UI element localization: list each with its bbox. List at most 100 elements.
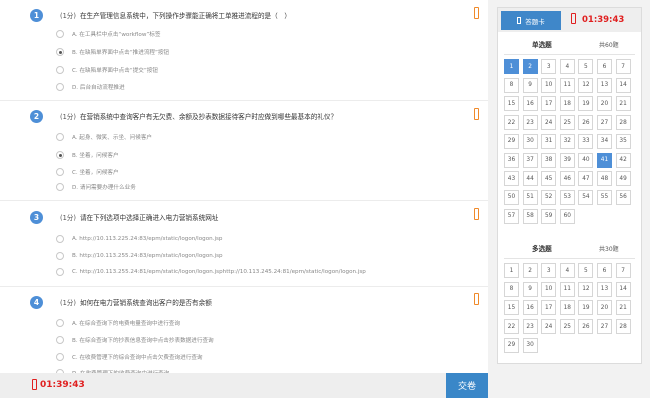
option-a[interactable]: A. http://10.113.225.24:83/epm/static/lo… xyxy=(56,234,222,244)
multi-question-cell-25[interactable]: 25 xyxy=(559,319,575,335)
single-question-cell-39[interactable]: 39 xyxy=(559,152,575,168)
single-question-cell-58[interactable]: 58 xyxy=(522,208,538,224)
radio-checked-icon[interactable] xyxy=(56,151,64,159)
single-question-cell-59[interactable]: 59 xyxy=(541,208,557,224)
single-question-cell-5[interactable]: 5 xyxy=(578,59,594,74)
multi-question-cell-19[interactable]: 19 xyxy=(578,300,594,316)
single-question-cell-51[interactable]: 51 xyxy=(522,189,538,205)
single-question-cell-8[interactable]: 8 xyxy=(504,77,519,93)
single-question-cell-43[interactable]: 43 xyxy=(504,171,519,187)
single-question-cell-35[interactable]: 35 xyxy=(615,133,631,149)
multi-question-cell-11[interactable]: 11 xyxy=(559,281,575,297)
multi-question-cell-1[interactable]: 1 xyxy=(504,263,519,278)
single-question-cell-21[interactable]: 21 xyxy=(615,96,631,112)
multi-question-cell-18[interactable]: 18 xyxy=(559,300,575,316)
single-question-cell-56[interactable]: 56 xyxy=(615,189,631,205)
option-d[interactable]: D. 后台自动流程推进 xyxy=(56,82,125,92)
multi-question-cell-17[interactable]: 17 xyxy=(541,300,557,316)
single-question-cell-11[interactable]: 11 xyxy=(559,77,575,93)
radio-icon[interactable] xyxy=(56,183,64,191)
option-c[interactable]: C. 坐着，问候客户 xyxy=(56,167,119,177)
flag-marker-icon[interactable] xyxy=(474,293,479,305)
flag-marker-icon[interactable] xyxy=(474,7,479,19)
multi-question-cell-29[interactable]: 29 xyxy=(504,337,519,353)
single-question-cell-55[interactable]: 55 xyxy=(597,189,612,205)
single-question-cell-53[interactable]: 53 xyxy=(559,189,575,205)
radio-icon[interactable] xyxy=(56,66,64,74)
multi-question-cell-26[interactable]: 26 xyxy=(578,319,594,335)
single-question-cell-41[interactable]: 41 xyxy=(597,152,612,168)
single-question-cell-40[interactable]: 40 xyxy=(578,152,594,168)
option-a[interactable]: A. 在工具栏中点击“workflow”标签 xyxy=(56,29,160,39)
single-question-cell-18[interactable]: 18 xyxy=(559,96,575,112)
multi-question-cell-8[interactable]: 8 xyxy=(504,281,519,297)
single-question-cell-29[interactable]: 29 xyxy=(504,133,519,149)
single-question-cell-25[interactable]: 25 xyxy=(559,115,575,131)
single-question-cell-28[interactable]: 28 xyxy=(615,115,631,131)
multi-question-cell-27[interactable]: 27 xyxy=(597,319,612,335)
single-question-cell-13[interactable]: 13 xyxy=(597,77,612,93)
option-c[interactable]: C. http://10.113.255.24:81/epm/static/lo… xyxy=(56,267,366,277)
radio-icon[interactable] xyxy=(56,268,64,276)
radio-icon[interactable] xyxy=(56,319,64,327)
multi-question-cell-22[interactable]: 22 xyxy=(504,319,519,335)
single-question-cell-4[interactable]: 4 xyxy=(559,59,575,74)
single-question-cell-52[interactable]: 52 xyxy=(541,189,557,205)
single-question-cell-30[interactable]: 30 xyxy=(522,133,538,149)
option-a[interactable]: A. 起身、微笑、示坐、问候客户 xyxy=(56,132,152,142)
single-question-cell-26[interactable]: 26 xyxy=(578,115,594,131)
radio-icon[interactable] xyxy=(56,168,64,176)
multi-question-cell-5[interactable]: 5 xyxy=(578,263,594,278)
flag-marker-icon[interactable] xyxy=(474,108,479,120)
radio-icon[interactable] xyxy=(56,353,64,361)
single-question-cell-12[interactable]: 12 xyxy=(578,77,594,93)
single-question-cell-33[interactable]: 33 xyxy=(578,133,594,149)
single-question-cell-10[interactable]: 10 xyxy=(541,77,557,93)
multi-question-cell-16[interactable]: 16 xyxy=(522,300,538,316)
multi-question-cell-4[interactable]: 4 xyxy=(559,263,575,278)
single-question-cell-47[interactable]: 47 xyxy=(578,171,594,187)
option-b[interactable]: B. 坐着，问候客户 xyxy=(56,150,119,160)
radio-icon[interactable] xyxy=(56,336,64,344)
single-question-cell-38[interactable]: 38 xyxy=(541,152,557,168)
option-a[interactable]: A. 在综合查询下的电费电量查询中进行查询 xyxy=(56,318,180,328)
single-question-cell-27[interactable]: 27 xyxy=(597,115,612,131)
radio-icon[interactable] xyxy=(56,83,64,91)
multi-question-cell-9[interactable]: 9 xyxy=(522,281,538,297)
single-question-cell-50[interactable]: 50 xyxy=(504,189,519,205)
single-question-cell-7[interactable]: 7 xyxy=(615,59,631,74)
single-question-cell-36[interactable]: 36 xyxy=(504,152,519,168)
single-question-cell-44[interactable]: 44 xyxy=(522,171,538,187)
radio-icon[interactable] xyxy=(56,133,64,141)
option-c[interactable]: C. 在缺陷单界面中点击“提交”按钮 xyxy=(56,65,158,75)
single-question-cell-24[interactable]: 24 xyxy=(541,115,557,131)
radio-icon[interactable] xyxy=(56,30,64,38)
flag-marker-icon[interactable] xyxy=(474,208,479,220)
option-b[interactable]: B. 在综合查询下的抄表信息查询中点击抄表数据进行查询 xyxy=(56,335,214,345)
multi-question-cell-10[interactable]: 10 xyxy=(541,281,557,297)
single-question-cell-46[interactable]: 46 xyxy=(559,171,575,187)
single-question-cell-32[interactable]: 32 xyxy=(559,133,575,149)
multi-question-cell-13[interactable]: 13 xyxy=(597,281,612,297)
single-question-cell-20[interactable]: 20 xyxy=(597,96,612,112)
single-question-cell-17[interactable]: 17 xyxy=(541,96,557,112)
multi-question-cell-23[interactable]: 23 xyxy=(522,319,538,335)
single-question-cell-49[interactable]: 49 xyxy=(615,171,631,187)
single-question-cell-14[interactable]: 14 xyxy=(615,77,631,93)
single-question-cell-15[interactable]: 15 xyxy=(504,96,519,112)
single-question-cell-23[interactable]: 23 xyxy=(522,115,538,131)
single-question-cell-57[interactable]: 57 xyxy=(504,208,519,224)
multi-question-cell-21[interactable]: 21 xyxy=(615,300,631,316)
single-question-cell-48[interactable]: 48 xyxy=(597,171,612,187)
submit-button[interactable]: 交卷 xyxy=(446,373,488,398)
single-question-cell-2[interactable]: 2 xyxy=(522,59,538,74)
multi-question-cell-15[interactable]: 15 xyxy=(504,300,519,316)
multi-question-cell-14[interactable]: 14 xyxy=(615,281,631,297)
single-question-cell-1[interactable]: 1 xyxy=(504,59,519,74)
single-question-cell-34[interactable]: 34 xyxy=(597,133,612,149)
multi-question-cell-2[interactable]: 2 xyxy=(522,263,538,278)
single-question-cell-22[interactable]: 22 xyxy=(504,115,519,131)
multi-question-cell-20[interactable]: 20 xyxy=(597,300,612,316)
multi-question-cell-28[interactable]: 28 xyxy=(615,319,631,335)
single-question-cell-60[interactable]: 60 xyxy=(559,208,575,224)
